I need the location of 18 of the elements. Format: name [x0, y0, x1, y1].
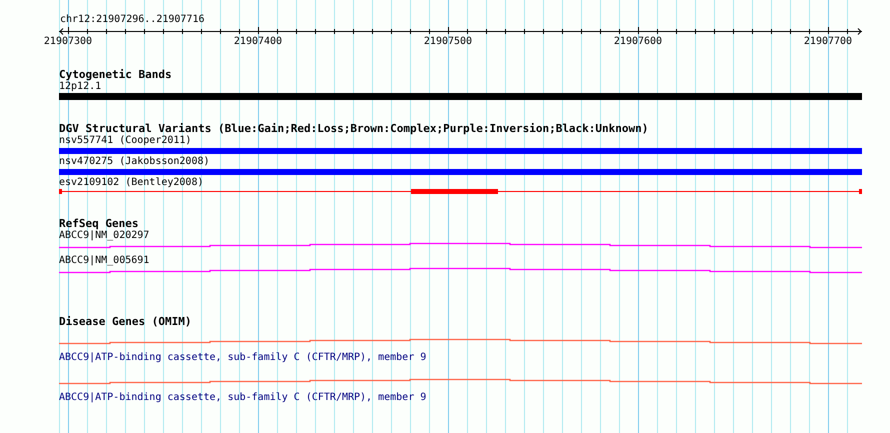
track-title: RefSeq Genes — [59, 217, 138, 230]
feature-label[interactable]: ABCC9|NM_020297 — [59, 230, 150, 242]
track-title: DGV Structural Variants (Blue:Gain;Red:Loss;Brown:Complex;Purple:Inversion;Black:Unknown) — [59, 122, 648, 135]
tick-label: 21907300 — [44, 36, 92, 48]
tick-label: 21907600 — [614, 36, 662, 48]
feature-label[interactable]: esv2109102 (Bentley2008) — [59, 177, 204, 189]
feature-label[interactable]: 12p12.1 — [59, 81, 102, 93]
feature-label[interactable]: nsv557741 (Cooper2011) — [59, 135, 192, 147]
feature-label[interactable]: ABCC9|NM_005691 — [59, 255, 150, 267]
location-label: chr12:21907296..21907716 — [60, 14, 204, 26]
feature-label[interactable]: ABCC9|ATP-binding cassette, sub-family C (CFTR/MRP), member 9 — [59, 352, 426, 364]
tick-label: 21907500 — [424, 36, 472, 48]
track-title: Disease Genes (OMIM) — [59, 315, 192, 328]
feature-label[interactable]: ABCC9|ATP-binding cassette, sub-family C (CFTR/MRP), member 9 — [59, 392, 426, 404]
track-title: Cytogenetic Bands — [59, 68, 172, 81]
tick-label: 21907400 — [234, 36, 282, 48]
tick-label: 21907700 — [804, 36, 852, 48]
feature-label[interactable]: nsv470275 (Jakobsson2008) — [59, 156, 210, 168]
